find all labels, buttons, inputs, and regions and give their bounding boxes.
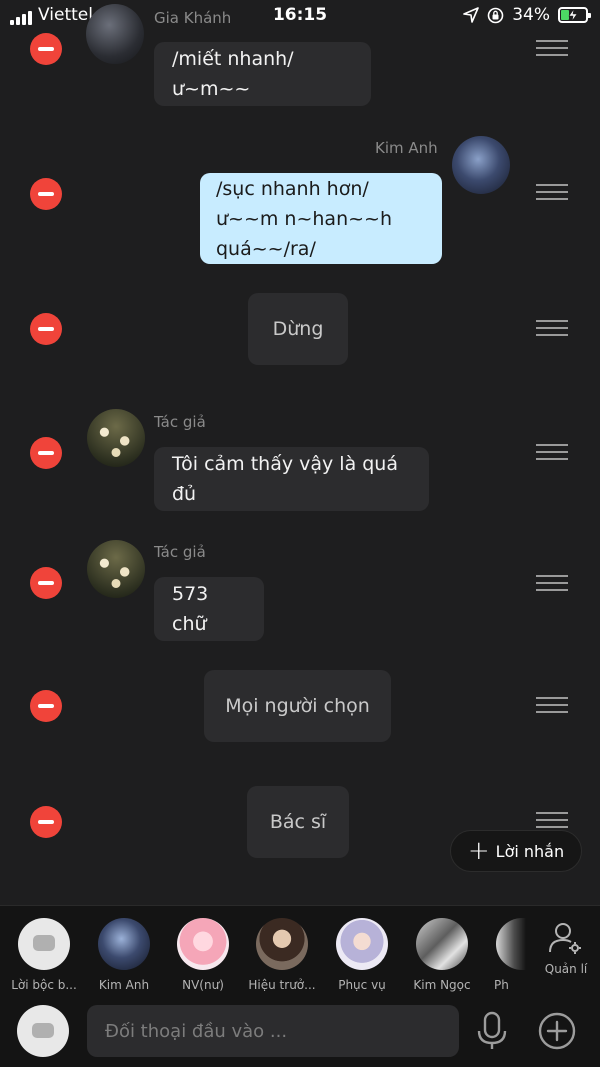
plus-icon: + xyxy=(467,836,490,866)
narration-text: Dừng xyxy=(272,318,324,340)
speaker-name: Gia Khánh xyxy=(154,9,232,27)
character-kim-ngoc[interactable]: Kim Ngọc xyxy=(406,918,478,992)
narration-bubble[interactable]: Bác sĩ xyxy=(247,786,349,858)
speaker-name: Tác giả xyxy=(154,543,206,561)
battery-percent: 34% xyxy=(512,5,550,25)
microphone-icon[interactable] xyxy=(475,1011,509,1051)
avatar xyxy=(416,918,468,970)
manage-label: Quản lí xyxy=(544,962,588,976)
avatar xyxy=(336,918,388,970)
add-circle-icon[interactable] xyxy=(538,1012,576,1050)
character-label: Kim Anh xyxy=(98,978,150,992)
status-right: 34% xyxy=(463,5,591,25)
remove-message-button[interactable] xyxy=(30,33,62,65)
avatar[interactable] xyxy=(87,409,145,467)
add-message-label: Lời nhắn xyxy=(495,841,565,861)
drag-handle-icon[interactable] xyxy=(536,40,568,58)
message-bubble[interactable]: 573 chữ xyxy=(154,577,264,641)
message-text: 573 chữ xyxy=(172,583,209,635)
message-text: Tôi cảm thấy vậy là quá đủ xyxy=(172,453,398,505)
character-ph[interactable]: Ph xyxy=(486,918,526,992)
location-icon xyxy=(463,7,480,23)
avatar xyxy=(98,918,150,970)
drag-handle-icon[interactable] xyxy=(536,575,568,593)
message-text: /miết nhanh/ ư~m~~ xyxy=(172,48,294,100)
narration-bubble[interactable]: Dừng xyxy=(248,293,348,365)
lock-rotation-icon xyxy=(487,7,504,23)
character-label: Lời bộc b... xyxy=(11,978,77,992)
drag-handle-icon[interactable] xyxy=(536,697,568,715)
drag-handle-icon[interactable] xyxy=(536,184,568,202)
character-phuc-vu[interactable]: Phục vụ xyxy=(326,918,398,992)
remove-message-button[interactable] xyxy=(30,178,62,210)
character-label: Hiệu trưở... xyxy=(248,978,316,992)
character-label: Phục vụ xyxy=(338,978,386,992)
add-message-button[interactable]: + Lời nhắn xyxy=(450,830,582,872)
user-settings-icon xyxy=(549,923,581,954)
dialogue-input[interactable] xyxy=(87,1005,459,1057)
narration-text: Mọi người chọn xyxy=(225,695,370,717)
narration-text: Bác sĩ xyxy=(269,811,327,833)
avatar xyxy=(177,918,229,970)
manage-characters-button[interactable]: Quản lí xyxy=(538,920,594,976)
message-bubble[interactable]: /sục nhanh hơn/ ư~~m n~han~~h quá~~/ra/ xyxy=(200,173,442,264)
drag-handle-icon[interactable] xyxy=(536,444,568,462)
input-bar xyxy=(0,997,600,1067)
avatar[interactable] xyxy=(87,540,145,598)
message-text: /sục nhanh hơn/ ư~~m n~han~~h quá~~/ra/ xyxy=(216,177,393,260)
character-narrator[interactable]: Lời bộc b... xyxy=(8,918,80,992)
narration-bubble[interactable]: Mọi người chọn xyxy=(204,670,391,742)
drag-handle-icon[interactable] xyxy=(536,320,568,338)
remove-message-button[interactable] xyxy=(30,806,62,838)
avatar xyxy=(496,918,526,970)
remove-message-button[interactable] xyxy=(30,567,62,599)
battery-charging-icon xyxy=(558,7,591,23)
character-label: NV(nư) xyxy=(182,978,224,992)
drag-handle-icon[interactable] xyxy=(536,812,568,830)
character-bar: Lời bộc b... Kim Anh NV(nư) Hiệu trưở...… xyxy=(0,905,600,997)
avatar[interactable] xyxy=(86,4,144,64)
remove-message-button[interactable] xyxy=(30,437,62,469)
narrator-icon xyxy=(18,918,70,970)
speaker-name: Kim Anh xyxy=(375,139,438,157)
speaker-name: Tác giả xyxy=(154,413,206,431)
character-label: Kim Ngọc xyxy=(413,978,471,992)
message-bubble[interactable]: Tôi cảm thấy vậy là quá đủ xyxy=(154,447,429,511)
avatar[interactable] xyxy=(452,136,510,194)
character-kim-anh[interactable]: Kim Anh xyxy=(88,918,160,992)
remove-message-button[interactable] xyxy=(30,690,62,722)
avatar xyxy=(256,918,308,970)
narrator-toggle-button[interactable] xyxy=(17,1005,69,1057)
message-bubble[interactable]: /miết nhanh/ ư~m~~ xyxy=(154,42,371,106)
remove-message-button[interactable] xyxy=(30,313,62,345)
character-label: Ph xyxy=(494,978,509,992)
character-nv[interactable]: NV(nư) xyxy=(167,918,239,992)
character-hieu-truong[interactable]: Hiệu trưở... xyxy=(246,918,318,992)
